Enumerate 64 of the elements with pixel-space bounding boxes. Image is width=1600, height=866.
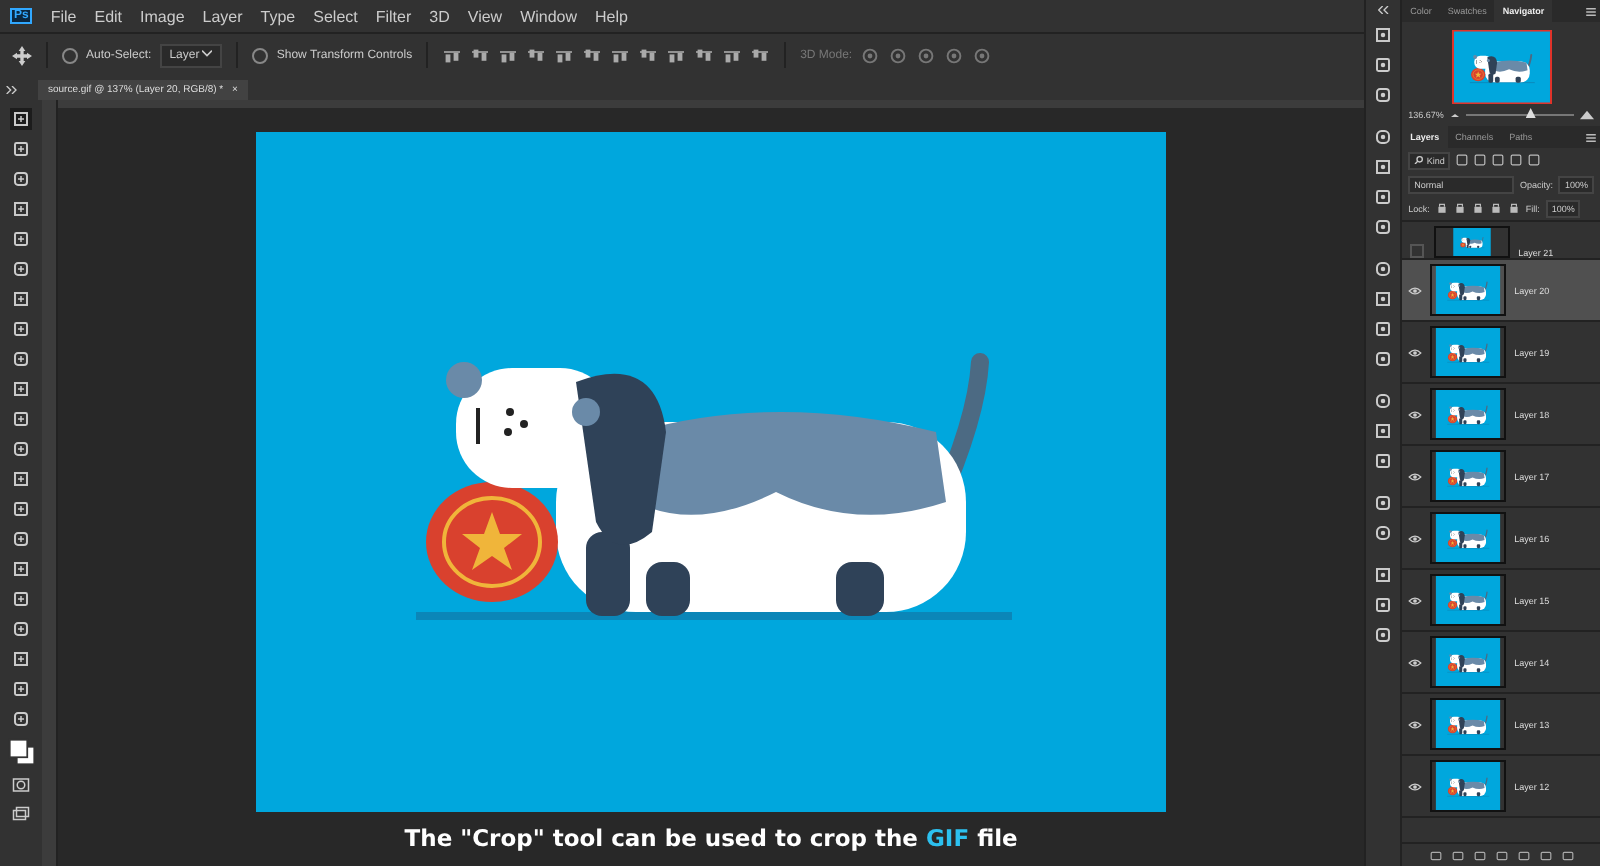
align-icon[interactable]	[668, 47, 685, 63]
menu-item[interactable]: Layer	[202, 7, 243, 25]
navigator-preview	[1451, 30, 1552, 104]
menu-item[interactable]: Window	[520, 7, 578, 25]
layer-thumbnail	[1430, 326, 1507, 378]
align-icon[interactable]	[640, 47, 657, 63]
align-icon[interactable]	[444, 47, 461, 63]
menu-item[interactable]: Filter	[375, 7, 412, 25]
menu-item[interactable]: Image	[140, 7, 185, 25]
checkbox[interactable]	[252, 47, 269, 63]
eye-icon[interactable]	[1408, 533, 1423, 543]
layer-thumbnail	[1430, 698, 1507, 750]
search-icon	[1414, 155, 1425, 163]
menu-icon[interactable]	[1586, 133, 1596, 141]
menu-item[interactable]: File	[50, 7, 77, 25]
align-icon[interactable]	[472, 47, 489, 63]
layer-thumbnail	[1434, 226, 1511, 258]
align-icon[interactable]	[724, 47, 741, 63]
align-icon[interactable]	[612, 47, 629, 63]
collapse-icon[interactable]	[0, 86, 18, 100]
eye-icon[interactable]	[1408, 781, 1423, 791]
checkbox[interactable]	[62, 47, 78, 63]
layer-thumbnail	[1430, 760, 1507, 812]
menu-item[interactable]: Type	[260, 7, 296, 25]
menu-item[interactable]: Select	[313, 7, 358, 25]
eye-icon[interactable]	[1408, 657, 1423, 667]
menu-icon[interactable]	[1586, 7, 1596, 15]
align-icon[interactable]	[556, 47, 573, 63]
zoom-out-icon[interactable]	[1449, 112, 1460, 118]
zoom-slider[interactable]	[1525, 108, 1536, 118]
collapse-icon[interactable]	[1377, 6, 1390, 14]
align-icon[interactable]	[584, 47, 601, 63]
eye-icon[interactable]	[1408, 719, 1423, 729]
lock-icon[interactable]	[1489, 202, 1502, 214]
lock-icon[interactable]	[1435, 202, 1448, 214]
layer-thumbnail	[1430, 264, 1507, 316]
menu-item[interactable]: 3D	[429, 7, 450, 25]
layer-thumbnail	[1430, 450, 1507, 502]
eye-icon[interactable]	[1408, 471, 1423, 481]
eye-icon[interactable]	[1408, 285, 1423, 295]
zoom-in-icon[interactable]	[1580, 110, 1594, 120]
color-swatches-icon[interactable]	[7, 738, 35, 766]
menu-item[interactable]: View	[467, 7, 503, 25]
lock-icon[interactable]	[1507, 202, 1520, 214]
align-icon[interactable]	[528, 47, 545, 63]
align-icon[interactable]	[500, 47, 517, 63]
align-icon[interactable]	[696, 47, 713, 63]
eye-icon[interactable]	[1408, 347, 1423, 357]
eye-icon[interactable]	[1408, 595, 1423, 605]
align-icon[interactable]	[752, 47, 769, 63]
screen-mode-icon[interactable]	[10, 804, 32, 826]
quick-mask-icon[interactable]	[10, 774, 32, 796]
lock-icon[interactable]	[1453, 202, 1466, 214]
visibility-toggle[interactable]	[1410, 244, 1425, 258]
caption: The "Crop" tool can be used to crop the GIF file	[404, 824, 1018, 852]
menu-item[interactable]: Edit	[94, 7, 123, 25]
layer-thumbnail	[1430, 574, 1507, 626]
lock-icon[interactable]	[1471, 202, 1484, 214]
eye-icon[interactable]	[1408, 409, 1423, 419]
layer-thumbnail	[1430, 636, 1507, 688]
caret-icon	[202, 49, 213, 57]
menu-item[interactable]: Help	[595, 7, 628, 25]
layer-thumbnail	[1430, 512, 1507, 564]
layer-thumbnail	[1430, 388, 1507, 440]
